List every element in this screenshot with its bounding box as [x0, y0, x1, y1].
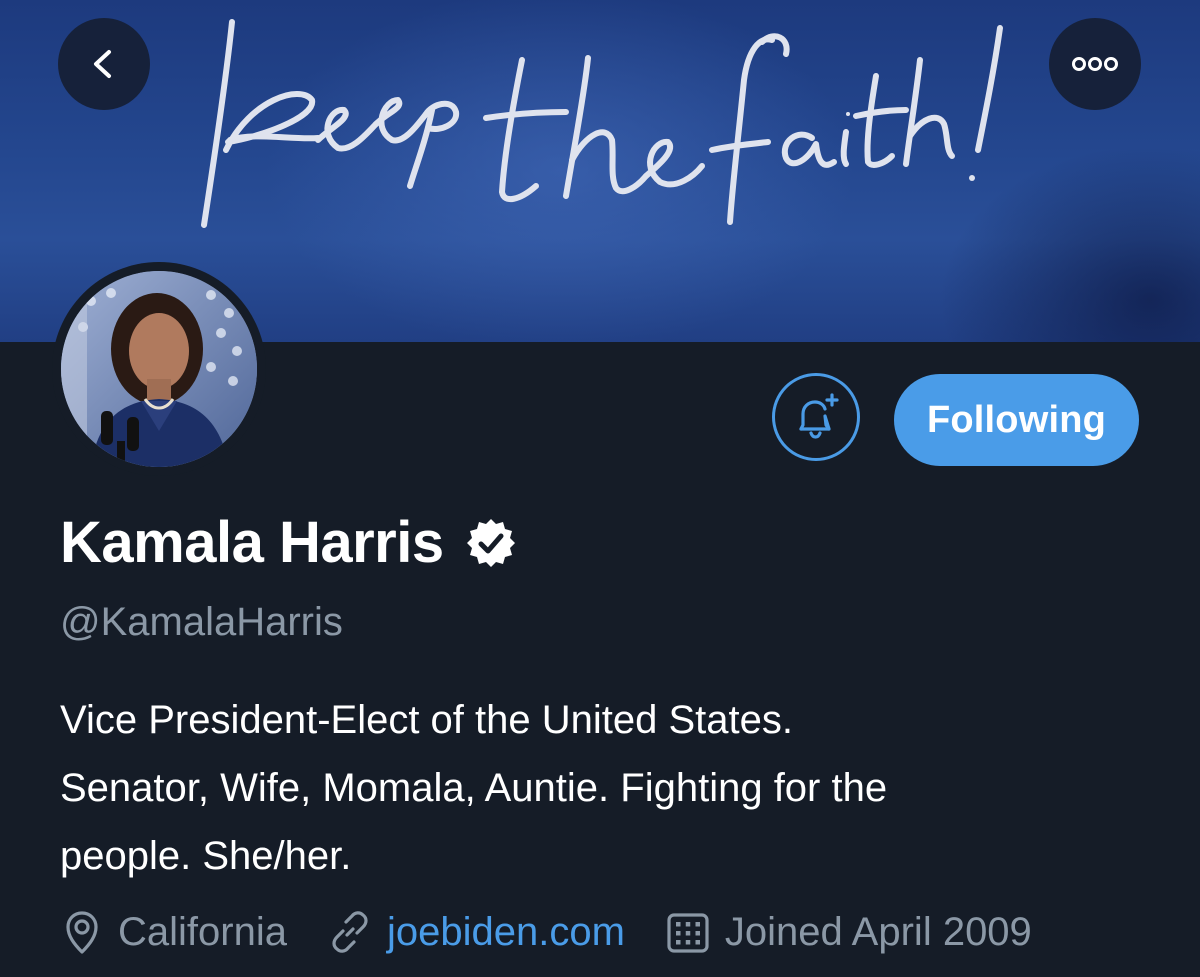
- profile-page: Following Kamala Harris @KamalaHarris Vi…: [0, 0, 1200, 977]
- website[interactable]: joebiden.com: [327, 909, 625, 955]
- display-name: Kamala Harris: [60, 510, 444, 575]
- joined-date: Joined April 2009: [665, 909, 1032, 955]
- verified-badge-icon: [466, 519, 515, 567]
- website-link[interactable]: joebiden.com: [387, 910, 625, 955]
- location: California: [60, 908, 287, 956]
- user-handle: @KamalaHarris: [60, 600, 343, 644]
- bell-plus-icon: [799, 393, 839, 439]
- bio-line: people. She/her.: [60, 834, 352, 878]
- notifications-button[interactable]: [772, 373, 860, 461]
- more-horizontal-icon: [1072, 57, 1118, 71]
- link-icon: [332, 911, 368, 953]
- more-options-button[interactable]: [1049, 18, 1141, 110]
- bio-line: Senator, Wife, Momala, Auntie. Fighting …: [60, 766, 888, 810]
- name-row: Kamala Harris: [60, 508, 518, 578]
- avatar-photo: [61, 271, 257, 467]
- profile-meta: California joebiden.com Joined April 200…: [60, 902, 1032, 962]
- following-button[interactable]: Following: [894, 374, 1139, 466]
- profile-bio: Vice President-Elect of the United State…: [60, 686, 1160, 890]
- chevron-left-icon: [94, 50, 111, 78]
- calendar-icon: [667, 913, 709, 953]
- bio-line: Vice President-Elect of the United State…: [60, 698, 793, 742]
- back-button[interactable]: [58, 18, 150, 110]
- location-text: California: [118, 909, 287, 954]
- avatar[interactable]: [52, 262, 266, 476]
- location-pin-icon: [66, 911, 98, 954]
- joined-text: Joined April 2009: [724, 909, 1032, 954]
